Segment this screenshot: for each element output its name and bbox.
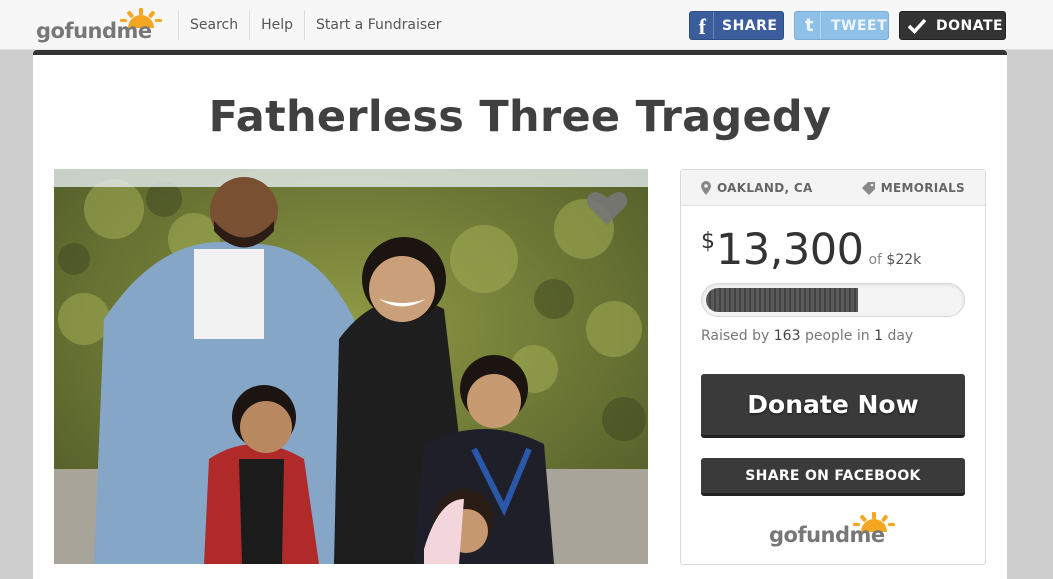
campaign-category[interactable]: MEMORIALS bbox=[861, 181, 965, 195]
goal-value: $22k bbox=[886, 252, 922, 268]
heart-icon[interactable] bbox=[586, 189, 628, 227]
donate-now-button[interactable]: Donate Now bbox=[701, 374, 965, 438]
goal-text: of $22k bbox=[868, 252, 921, 268]
donation-panel: OAKLAND, CA MEMORIALS $ 13,300 of $22k R… bbox=[680, 169, 986, 565]
gofundme-logo[interactable]: gofundme bbox=[36, 8, 162, 44]
campaign-location[interactable]: OAKLAND, CA bbox=[701, 181, 813, 195]
days-count: 1 bbox=[874, 328, 883, 344]
campaign-photo[interactable] bbox=[54, 169, 648, 564]
tag-icon bbox=[861, 181, 875, 195]
of-label: of bbox=[868, 252, 882, 268]
facebook-share-button[interactable]: f SHARE bbox=[689, 11, 784, 40]
campaign-meta: OAKLAND, CA MEMORIALS bbox=[681, 170, 985, 206]
top-bar: gofundme Search Help Start a Fundraiser … bbox=[0, 0, 1053, 50]
progress-bar bbox=[701, 283, 965, 317]
location-pin-icon bbox=[701, 181, 711, 195]
amount-value: 13,300 bbox=[716, 225, 864, 275]
footer-logo-text: gofundme bbox=[769, 523, 885, 547]
campaign-card: Fatherless Three Tragedy OAKLAND, CA MEM… bbox=[33, 50, 1007, 579]
footer-gofundme-logo[interactable]: gofundme bbox=[769, 512, 895, 548]
main-nav: Search Help Start a Fundraiser bbox=[178, 10, 453, 40]
nav-search[interactable]: Search bbox=[178, 10, 249, 40]
raised-suffix: day bbox=[887, 328, 914, 344]
category-label: MEMORIALS bbox=[880, 181, 965, 195]
raised-prefix: Raised by bbox=[701, 328, 770, 344]
amount-raised: $ 13,300 of $22k bbox=[701, 225, 921, 275]
campaign-title: Fatherless Three Tragedy bbox=[208, 92, 832, 142]
checkmark-icon bbox=[908, 18, 928, 34]
raised-middle: people in bbox=[804, 328, 870, 344]
tweet-label: TWEET bbox=[831, 17, 888, 34]
twitter-icon: t bbox=[799, 12, 821, 39]
raised-summary: Raised by 163 people in 1 day bbox=[701, 328, 913, 344]
donate-label: DONATE bbox=[936, 17, 1004, 34]
location-label: OAKLAND, CA bbox=[717, 181, 813, 195]
tweet-button[interactable]: t TWEET bbox=[794, 11, 889, 40]
nav-help[interactable]: Help bbox=[249, 10, 304, 40]
currency-symbol: $ bbox=[701, 229, 715, 254]
progress-fill bbox=[706, 288, 859, 312]
share-on-facebook-button[interactable]: SHARE ON FACEBOOK bbox=[701, 458, 965, 496]
logo-text: gofundme bbox=[36, 19, 152, 43]
facebook-icon: f bbox=[692, 12, 714, 39]
nav-start-fundraiser[interactable]: Start a Fundraiser bbox=[304, 10, 453, 40]
header-donate-button[interactable]: DONATE bbox=[899, 11, 1006, 40]
family-photo-illustration bbox=[54, 169, 648, 564]
donor-count: 163 bbox=[773, 328, 801, 344]
share-label: SHARE bbox=[722, 17, 778, 34]
